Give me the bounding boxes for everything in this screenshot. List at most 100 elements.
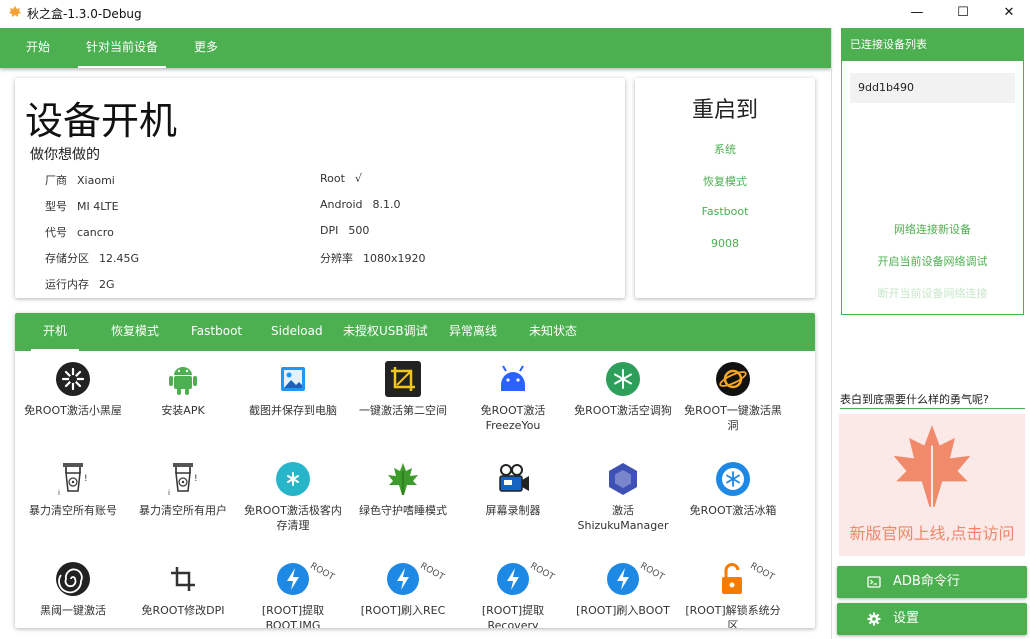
root-badge: ROOT (418, 561, 446, 583)
courage-question: 表白到底需要什么样的勇气呢? (840, 393, 989, 406)
root-flash-icon (607, 563, 639, 595)
crop-icon (385, 361, 421, 397)
reboot-title: 重启到 (691, 98, 758, 123)
root-flash-icon (497, 563, 529, 595)
maple-leaf-icon (388, 463, 418, 495)
tile-label: [ROOT]刷入BOOT (576, 604, 670, 617)
reboot-9008-link[interactable]: 9008 (635, 237, 815, 250)
tab-offline[interactable]: 异常离线 (449, 313, 497, 351)
adb-shell-button[interactable]: ADB命令行 (837, 566, 1027, 598)
unlock-icon (722, 563, 742, 594)
tile-label: 免ROOT激活FreezeYou (480, 404, 546, 432)
crop-dpi-icon (171, 567, 195, 591)
tab-start[interactable]: 开始 (14, 28, 62, 68)
app-logo-icon (9, 6, 21, 17)
info-root: Root √ (320, 172, 362, 185)
snowflake-icon (606, 362, 640, 396)
website-ad-banner[interactable]: 新版官网上线,点击访问 (839, 414, 1025, 556)
tile-label: [ROOT]解锁系统分区 (685, 604, 781, 628)
tile-label: 屏幕录制器 (485, 504, 541, 517)
android-icon (169, 367, 197, 395)
device-subtitle: 做你想做的 (30, 147, 100, 163)
ice-box-icon (716, 462, 750, 496)
info-dpi: DPI 500 (320, 224, 370, 237)
maximize-button[interactable]: ☐ (940, 0, 986, 26)
reboot-system-link[interactable]: 系统 (635, 141, 815, 157)
blackhole-planet-icon (716, 362, 750, 396)
tile-label: 安装APK (161, 404, 205, 417)
tile-label: 暴力清空所有用户 (139, 504, 227, 517)
tab-poweron[interactable]: 开机 (31, 313, 79, 351)
close-button[interactable]: ✕ (986, 0, 1030, 26)
tab-current-device[interactable]: 针对当前设备 (78, 28, 166, 68)
tile-label: 截图并保存到电脑 (249, 404, 337, 417)
tile-label: [ROOT]刷入REC (360, 604, 446, 617)
functions-card: 开机 恢复模式 Fastboot Sideload 未授权USB调试 异常离线 … (15, 313, 815, 628)
spiral-icon (56, 562, 90, 596)
settings-label: 设置 (893, 611, 920, 626)
video-camera-icon (499, 464, 529, 492)
tile-label: 暴力清空所有账号 (29, 504, 117, 517)
tab-fastboot[interactable]: Fastboot (191, 313, 242, 351)
info-model: 型号 MI 4LTE (45, 200, 119, 213)
tab-more[interactable]: 更多 (182, 28, 230, 68)
tile-label: [ROOT]提取BOOT.IMG (261, 604, 325, 628)
freezeyou-icon (501, 365, 525, 391)
info-android: Android 8.1.0 (320, 198, 401, 211)
svg-text:!: ! (84, 474, 88, 484)
screenshot-icon (281, 367, 305, 391)
gear-icon (867, 612, 881, 626)
bomb-icon: i! (58, 463, 88, 497)
geek-memory-icon (276, 462, 310, 496)
settings-button[interactable]: 设置 (837, 603, 1027, 635)
tab-unauthorized-usb[interactable]: 未授权USB调试 (343, 313, 428, 351)
tab-sideload[interactable]: Sideload (271, 313, 323, 351)
tile-label: 免ROOT激活极客内存清理 (244, 504, 342, 532)
tile-label: 免ROOT激活空调狗 (574, 404, 672, 417)
info-ram: 运行内存 2G (45, 278, 115, 291)
tile-label: 一键激活第二空间 (359, 404, 447, 417)
device-info-card: 设备开机 做你想做的 厂商 Xiaomi 型号 MI 4LTE 代号 cancro 存… (15, 78, 625, 298)
enable-network-debug-link[interactable]: 开启当前设备网络调试 (842, 253, 1023, 269)
device-state-title: 设备开机 (25, 99, 178, 143)
reboot-card: 重启到 系统 恢复模式 Fastboot 9008 (635, 78, 815, 298)
minimize-button[interactable]: — (894, 0, 940, 26)
tab-unknown[interactable]: 未知状态 (529, 313, 577, 351)
tile-label: 免ROOT一键激活黑洞 (684, 404, 782, 432)
bomb-icon: i! (168, 463, 198, 497)
terminal-icon (867, 576, 881, 588)
reboot-recovery-link[interactable]: 恢复模式 (635, 173, 815, 189)
info-storage: 存储分区 12.45G (45, 252, 140, 265)
connected-devices-panel: 已连接设备列表 9dd1b490 网络连接新设备 开启当前设备网络调试 断开当前… (841, 28, 1024, 315)
root-badge: ROOT (638, 561, 666, 583)
root-flash-icon (387, 563, 419, 595)
root-badge: ROOT (748, 561, 776, 583)
tile-label: 绿色守护嗜睡模式 (359, 504, 447, 517)
adb-shell-label: ADB命令行 (893, 574, 960, 589)
reboot-fastboot-link[interactable]: Fastboot (635, 205, 815, 218)
tile-label: 黑阈一键激活 (40, 604, 106, 617)
tile-label: 免ROOT修改DPI (141, 604, 225, 617)
tile-label: 激活ShizukuManager (577, 504, 669, 532)
window-title: 秋之盒-1.3.0-Debug (27, 7, 142, 21)
title-bar: 秋之盒-1.3.0-Debug — ☐ ✕ (0, 0, 1030, 26)
black-hole-icon (56, 362, 90, 396)
root-badge: ROOT (528, 561, 556, 583)
info-resolution: 分辨率 1080x1920 (320, 252, 426, 265)
tile-label: [ROOT]提取Recovery (481, 604, 545, 628)
svg-text:i: i (58, 489, 60, 497)
disconnect-network-link: 断开当前设备网络连接 (877, 287, 988, 300)
device-state-tab-bar: 开机 恢复模式 Fastboot Sideload 未授权USB调试 异常离线 … (15, 313, 815, 351)
maple-leaf-icon (893, 425, 971, 507)
shizuku-icon (609, 463, 637, 495)
connect-network-device-link[interactable]: 网络连接新设备 (842, 221, 1023, 237)
root-flash-icon (277, 563, 309, 595)
svg-text:i: i (168, 489, 170, 497)
ad-text: 新版官网上线,点击访问 (849, 524, 1015, 543)
info-manufacturer: 厂商 Xiaomi (45, 174, 115, 187)
device-list-item[interactable]: 9dd1b490 (850, 73, 1015, 103)
root-badge: ROOT (308, 561, 336, 583)
tile-label: 免ROOT激活小黑屋 (24, 404, 122, 417)
svg-text:!: ! (194, 474, 198, 484)
tab-recovery[interactable]: 恢复模式 (111, 313, 159, 351)
